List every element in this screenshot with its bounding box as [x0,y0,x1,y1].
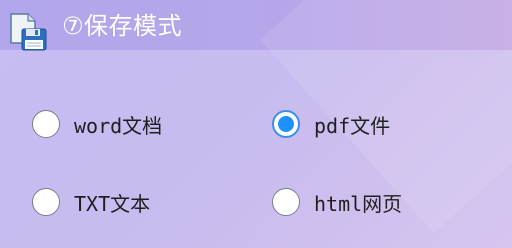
save-mode-panel: ⑦保存模式 word文档 pdf文件 TXT文本 html网页 [0,0,512,248]
option-txt[interactable]: TXT文本 [32,185,150,219]
option-txt-label: TXT文本 [74,191,151,216]
section-title: ⑦保存模式 [62,12,183,40]
option-pdf-label: pdf文件 [314,113,391,138]
option-pdf[interactable]: pdf文件 [272,107,390,141]
radio-txt[interactable] [32,188,60,216]
radio-html[interactable] [272,188,300,216]
option-html[interactable]: html网页 [272,185,402,219]
option-word[interactable]: word文档 [32,107,162,141]
radio-pdf[interactable] [272,110,300,138]
option-html-label: html网页 [314,191,403,216]
option-word-label: word文档 [74,113,163,138]
save-disk-icon [8,12,48,52]
radio-word[interactable] [32,110,60,138]
